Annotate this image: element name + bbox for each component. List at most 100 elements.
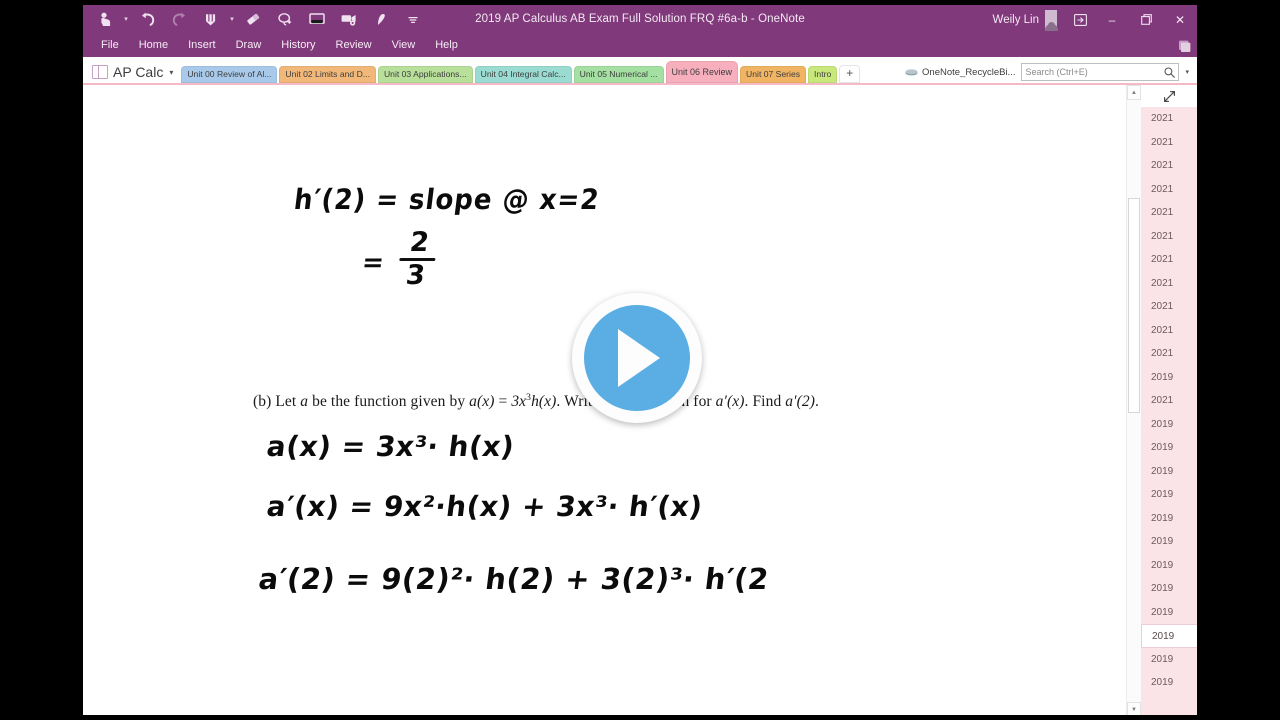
hw-fraction-numerator: 2 xyxy=(408,227,431,258)
menu-item-home[interactable]: Home xyxy=(129,34,178,57)
touch-mode-caret-icon[interactable]: ▾ xyxy=(121,7,131,33)
menu-item-review[interactable]: Review xyxy=(326,34,382,57)
work-area: h′(2) = slope @ x=2 = 2 3 (b) Let a be t… xyxy=(83,85,1197,715)
scroll-up-arrow-icon[interactable]: ▲ xyxy=(1127,85,1141,100)
page-list-item[interactable]: 2021 xyxy=(1141,272,1197,296)
ribbon-display-options-icon[interactable] xyxy=(1065,5,1095,34)
menu-item-help[interactable]: Help xyxy=(425,34,468,57)
onenote-window: ▾ ▾ 2019 AP Calculus AB Exam Full Soluti… xyxy=(83,5,1197,715)
avatar[interactable] xyxy=(1044,9,1065,31)
page-canvas[interactable]: h′(2) = slope @ x=2 = 2 3 (b) Let a be t… xyxy=(83,85,1126,715)
expand-arrows-icon xyxy=(1163,90,1175,102)
touch-mode-icon[interactable] xyxy=(89,7,121,33)
lasso-select-icon[interactable] xyxy=(269,7,301,33)
minimize-button[interactable]: – xyxy=(1095,5,1129,34)
page-list-item[interactable]: 2021 xyxy=(1141,342,1197,366)
page-list-item[interactable]: 2021 xyxy=(1141,248,1197,272)
record-video-icon[interactable] xyxy=(333,7,365,33)
page-list-item[interactable]: 2021 xyxy=(1141,178,1197,202)
section-tab-6[interactable]: Unit 06 Review xyxy=(665,61,739,83)
page-list-item[interactable]: 2021 xyxy=(1141,389,1197,413)
problem-prefix: (b) Let xyxy=(253,393,301,411)
problem-period: . xyxy=(815,393,819,411)
problem-aprime-2: a′(2) xyxy=(785,393,815,411)
search-placeholder: Search (Ctrl+E) xyxy=(1025,67,1088,77)
page-list-item[interactable]: 2021 xyxy=(1141,319,1197,343)
menu-item-view[interactable]: View xyxy=(382,34,426,57)
title-bar: ▾ ▾ 2019 AP Calculus AB Exam Full Soluti… xyxy=(83,5,1197,34)
ink-to-shape-icon[interactable] xyxy=(365,7,397,33)
add-section-button[interactable]: + xyxy=(839,65,861,83)
search-options-caret-icon[interactable]: ▾ xyxy=(1185,68,1189,76)
pen-caret-icon[interactable]: ▾ xyxy=(227,7,237,33)
section-tab-8[interactable]: Intro xyxy=(808,66,838,83)
hw-equals-two-thirds-eq: = xyxy=(360,248,386,278)
expand-page-list-button[interactable] xyxy=(1141,85,1197,107)
recycle-bin-icon xyxy=(905,68,918,77)
chevron-down-icon[interactable]: ▾ xyxy=(169,68,173,77)
customize-quick-access-icon[interactable] xyxy=(397,7,429,33)
restore-button[interactable] xyxy=(1129,5,1163,34)
page-list-item[interactable]: 2021 xyxy=(1141,225,1197,249)
close-button[interactable]: ✕ xyxy=(1163,5,1197,34)
page-list-item[interactable]: 2019 xyxy=(1141,507,1197,531)
page-list-item[interactable]: 2019 xyxy=(1141,436,1197,460)
problem-eq-sign: = xyxy=(494,393,512,411)
search-icon[interactable] xyxy=(1164,66,1176,78)
section-tab-1[interactable]: Unit 00 Review of Al... xyxy=(181,66,278,83)
page-list-item[interactable]: 2021 xyxy=(1141,154,1197,178)
section-tab-2[interactable]: Unit 02 Limits and D... xyxy=(279,66,376,83)
section-bar-right: OneNote_RecycleBi... Search (Ctrl+E) ▾ xyxy=(905,63,1197,83)
vertical-scrollbar-thumb[interactable] xyxy=(1128,198,1140,413)
page-list: 2021 2021 2021 2021 2021 2021 2021 2021 2021 2021… xyxy=(1141,107,1197,715)
problem-coef: 3x xyxy=(511,393,527,411)
page-list-item[interactable]: 2019 xyxy=(1141,413,1197,437)
page-list-pane: Add Pa 202120212021202120212021202120212… xyxy=(1141,85,1197,715)
page-list-item[interactable]: 2019 xyxy=(1141,530,1197,554)
hw-aprime-x-product-rule: a′(x) = 9x²·h(x) + 3x³· h′(x) xyxy=(264,490,705,523)
notebook-selector[interactable]: AP Calc ▾ xyxy=(83,64,181,83)
section-tab-7[interactable]: Unit 07 Series xyxy=(740,66,807,83)
page-content: h′(2) = slope @ x=2 = 2 3 (b) Let a be t… xyxy=(83,85,1126,715)
pen-icon[interactable] xyxy=(195,7,227,33)
page-list-item[interactable]: 2019 xyxy=(1141,554,1197,578)
page-list-item[interactable]: 2019 xyxy=(1141,648,1197,672)
window-controls: Weily Lin – ✕ xyxy=(993,5,1197,34)
search-input[interactable]: Search (Ctrl+E) xyxy=(1021,63,1180,81)
page-list-item[interactable]: 2019 xyxy=(1141,601,1197,625)
recycle-bin-button[interactable]: OneNote_RecycleBi... xyxy=(905,67,1015,78)
notebook-icon xyxy=(92,65,108,79)
page-list-item[interactable]: 2021 xyxy=(1141,107,1197,131)
scroll-down-arrow-icon[interactable]: ▼ xyxy=(1127,702,1141,715)
page-list-item[interactable]: 2021 xyxy=(1141,295,1197,319)
problem-mid1: be the function given by xyxy=(308,393,470,411)
menu-item-file[interactable]: File xyxy=(91,34,129,57)
section-tab-3[interactable]: Unit 03 Applications... xyxy=(377,66,473,83)
page-list-item[interactable]: 2021 xyxy=(1141,201,1197,225)
hw-ax-definition: a(x) = 3x³· h(x) xyxy=(264,430,517,463)
account-name[interactable]: Weily Lin xyxy=(993,14,1039,26)
page-list-item[interactable]: 2019 xyxy=(1141,577,1197,601)
video-play-overlay[interactable] xyxy=(572,293,702,423)
format-painter-icon[interactable] xyxy=(1177,34,1191,57)
page-vertical-scrollbar[interactable]: ▲ ▼ xyxy=(1126,85,1141,715)
menu-item-draw[interactable]: Draw xyxy=(226,34,272,57)
menu-item-insert[interactable]: Insert xyxy=(178,34,226,57)
page-list-item[interactable]: 2021 xyxy=(1141,131,1197,155)
menu-item-history[interactable]: History xyxy=(271,34,325,57)
page-list-item[interactable]: 2019 xyxy=(1141,483,1197,507)
screen-clipping-icon[interactable] xyxy=(301,7,333,33)
eraser-icon[interactable] xyxy=(237,7,269,33)
problem-aprime-x: a′(x) xyxy=(715,393,745,411)
undo-icon[interactable] xyxy=(131,7,163,33)
redo-icon xyxy=(163,7,195,33)
page-list-item[interactable]: 2019 xyxy=(1141,460,1197,484)
printed-problem-statement: (b) Let a be the function given by a(x) … xyxy=(253,392,819,411)
page-list-item[interactable]: 2019 xyxy=(1141,366,1197,390)
hw-hprime-2-slope: h′(2) = slope @ x=2 xyxy=(292,184,602,217)
quick-access-toolbar: ▾ ▾ xyxy=(83,5,429,34)
section-tab-5[interactable]: Unit 05 Numerical ... xyxy=(573,66,664,83)
section-tab-4[interactable]: Unit 04 Integral Calc... xyxy=(474,66,572,83)
page-list-item-selected[interactable]: 2019 xyxy=(1141,624,1197,648)
page-list-item[interactable]: 2019 xyxy=(1141,671,1197,695)
